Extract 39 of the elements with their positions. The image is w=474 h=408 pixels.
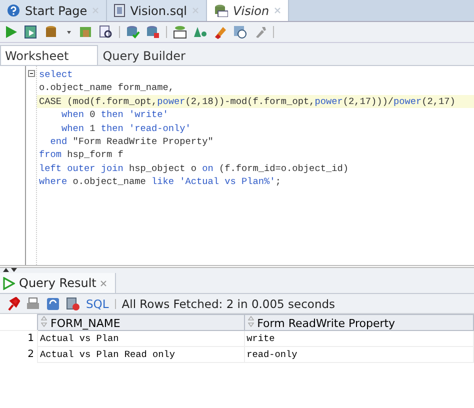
code-line: select	[38, 68, 74, 82]
document-tab[interactable]: Start Page	[0, 0, 108, 21]
table-cell: Actual vs Plan	[38, 330, 244, 346]
code-line: end "Form ReadWrite Property"	[49, 134, 214, 148]
code-line: from hsp_form f	[38, 148, 124, 162]
result-tab[interactable]: Query Result	[0, 273, 116, 293]
table-cell: write	[244, 330, 474, 346]
editor-tab[interactable]: Query Builder	[98, 45, 196, 65]
collapse-arrows-icon[interactable]	[3, 268, 17, 273]
code-line: where o.object_name like 'Actual vs Plan%';	[38, 175, 282, 189]
status-text: All Rows Fetched: 2 in 0.005 seconds	[122, 296, 336, 310]
document-tab[interactable]: Vision	[207, 0, 290, 21]
row-number: 2	[0, 346, 38, 362]
document-tab[interactable]: Vision.sql	[107, 0, 208, 21]
editor-tab[interactable]: Worksheet	[0, 45, 98, 65]
script-icon[interactable]	[24, 25, 38, 39]
help-icon	[7, 4, 20, 17]
sql-link[interactable]: SQL	[86, 296, 109, 310]
row-number: 1	[0, 330, 38, 346]
table-cell: read-only	[244, 346, 474, 362]
run-icon	[3, 276, 15, 290]
eraser-icon[interactable]	[213, 25, 227, 39]
code-line: when 0 then 'write'	[60, 108, 170, 122]
column-header[interactable]: Form ReadWrite Property	[244, 314, 474, 330]
code-line: when 1 then 'read-only'	[60, 122, 192, 135]
fold-icon[interactable]	[28, 70, 34, 77]
code-line: left outer join hsp_object o on (f.form_id=o.object_id)	[38, 162, 350, 176]
close-icon[interactable]	[100, 280, 108, 286]
code-line: o.object_name form_name,	[38, 81, 176, 95]
table-cell: Actual vs Plan Read only	[38, 346, 244, 362]
document-search-icon[interactable]	[99, 25, 113, 39]
printer-icon[interactable]	[26, 296, 40, 310]
database-check-icon[interactable]	[126, 25, 140, 39]
document-icon	[114, 4, 126, 17]
shapes-icon[interactable]	[193, 25, 207, 39]
pin-icon[interactable]	[6, 296, 20, 310]
database-cancel-icon[interactable]	[146, 25, 160, 39]
column-header[interactable]: FORM_NAME	[38, 314, 244, 330]
run-icon[interactable]	[4, 25, 18, 39]
